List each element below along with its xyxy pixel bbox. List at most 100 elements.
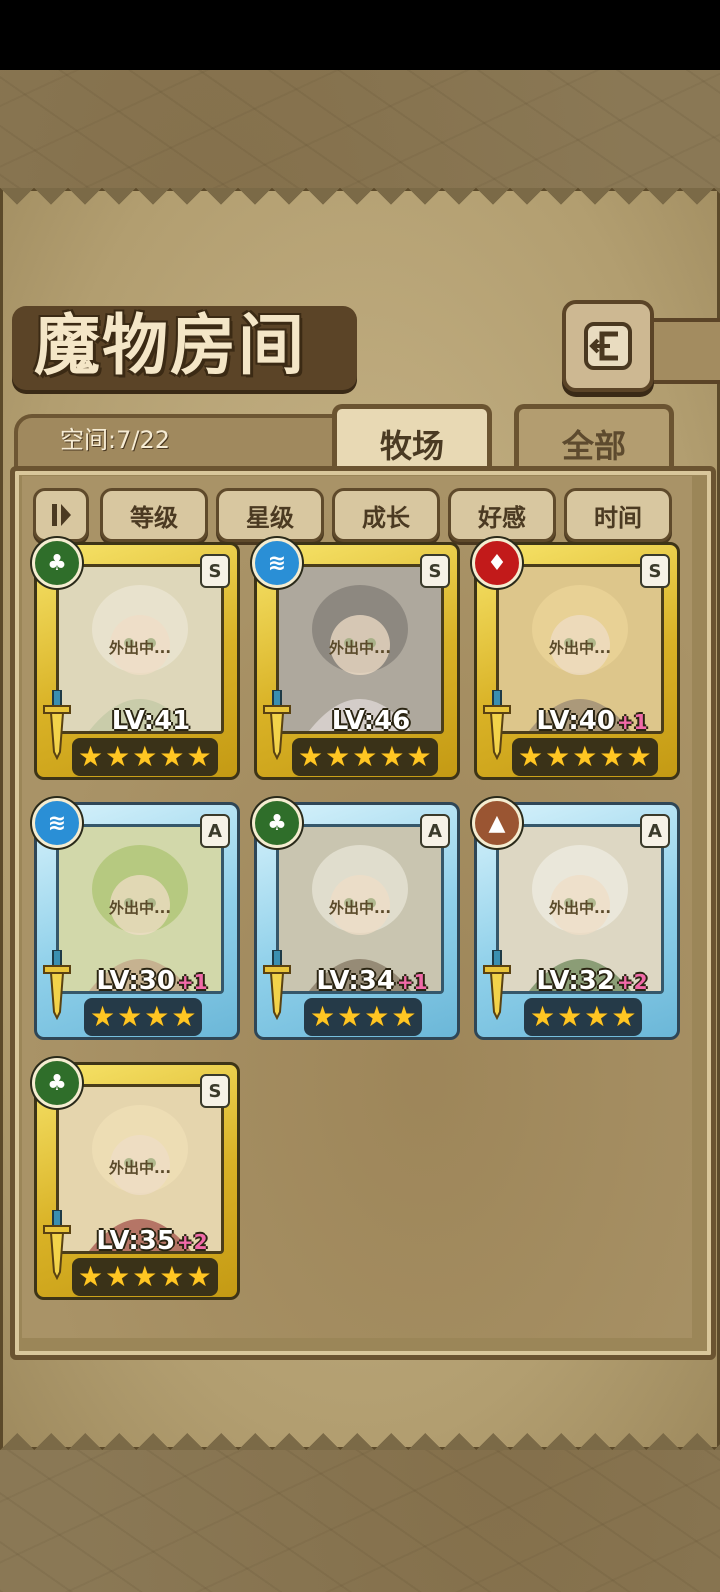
star-icon: ★ xyxy=(78,740,104,773)
sword-icon xyxy=(483,690,511,760)
star-icon: ★ xyxy=(391,1000,417,1033)
sword-icon xyxy=(43,950,71,1020)
star-icon: ★ xyxy=(325,740,351,773)
star-icon: ★ xyxy=(132,1260,158,1293)
back-button[interactable] xyxy=(562,300,654,392)
torn-edge-bottom xyxy=(0,1416,720,1450)
star-rating: ★ ★ ★ ★ xyxy=(524,998,643,1036)
star-icon: ★ xyxy=(144,1000,170,1033)
sort-star-button[interactable]: 星级 xyxy=(216,488,324,542)
star-icon: ★ xyxy=(599,740,625,773)
rank-badge: A xyxy=(420,814,450,848)
away-status: 外出中... xyxy=(108,1159,172,1177)
star-icon: ★ xyxy=(557,1000,583,1033)
page-title: 魔物房间 xyxy=(34,306,306,384)
level-label: LV:41 xyxy=(74,706,230,736)
monster-card-6[interactable]: 外出中... ▲ A LV:32 +2 ★ ★ ★ ★ xyxy=(472,798,680,1042)
level-label: LV:34 +1 xyxy=(294,966,450,996)
level-value: LV:46 xyxy=(331,706,411,736)
away-status: 外出中... xyxy=(548,639,612,657)
away-status: 外出中... xyxy=(548,899,612,917)
sort-level-button[interactable]: 等级 xyxy=(100,488,208,542)
sort-affection-button[interactable]: 好感 xyxy=(448,488,556,542)
star-icon: ★ xyxy=(90,1000,116,1033)
star-icon: ★ xyxy=(611,1000,637,1033)
star-icon: ★ xyxy=(584,1000,610,1033)
level-label: LV:30 +1 xyxy=(74,966,230,996)
rank-badge: S xyxy=(420,554,450,588)
rank-badge: S xyxy=(200,1074,230,1108)
star-rating: ★ ★ ★ ★ xyxy=(84,998,203,1036)
star-icon: ★ xyxy=(379,740,405,773)
grass-element-icon: ♣ xyxy=(32,1058,82,1108)
star-rating: ★ ★ ★ ★ ★ xyxy=(292,738,438,776)
fire-element-icon: ♦ xyxy=(472,538,522,588)
rank-badge: S xyxy=(640,554,670,588)
monster-card-4[interactable]: 外出中... ≋ A LV:30 +1 ★ ★ ★ ★ xyxy=(32,798,240,1042)
rank-badge: S xyxy=(200,554,230,588)
star-icon: ★ xyxy=(105,740,131,773)
level-plus: +2 xyxy=(616,970,648,994)
level-value: LV:30 xyxy=(96,966,175,996)
star-icon: ★ xyxy=(572,740,598,773)
monster-card-2[interactable]: 外出中... ≋ S LV:46 ★ ★ ★ ★ ★ xyxy=(252,538,460,782)
sort-toggle-icon xyxy=(52,504,71,526)
level-plus: +1 xyxy=(396,970,428,994)
torn-edge-top xyxy=(0,188,720,222)
sword-icon xyxy=(263,950,291,1020)
monster-card-1[interactable]: 外出中... ♣ S LV:41 ★ ★ ★ ★ ★ xyxy=(32,538,240,782)
star-icon: ★ xyxy=(117,1000,143,1033)
sort-time-button[interactable]: 时间 xyxy=(564,488,672,542)
level-value: LV:35 xyxy=(96,1226,175,1256)
star-icon: ★ xyxy=(171,1000,197,1033)
sword-icon xyxy=(483,950,511,1020)
monster-card-3[interactable]: 外出中... ♦ S LV:40 +1 ★ ★ ★ ★ ★ xyxy=(472,538,680,782)
sword-icon xyxy=(43,690,71,760)
sort-order-toggle[interactable] xyxy=(33,488,89,542)
star-icon: ★ xyxy=(186,1260,212,1293)
star-rating: ★ ★ ★ ★ ★ xyxy=(72,1258,218,1296)
monster-card-7[interactable]: 外出中... ♣ S LV:35 +2 ★ ★ ★ ★ ★ xyxy=(32,1058,240,1302)
star-icon: ★ xyxy=(518,740,544,773)
away-status: 外出中... xyxy=(108,899,172,917)
level-plus: +2 xyxy=(176,1230,208,1254)
level-value: LV:34 xyxy=(316,966,395,996)
away-status: 外出中... xyxy=(328,899,392,917)
level-value: LV:40 xyxy=(536,706,615,736)
star-icon: ★ xyxy=(132,740,158,773)
star-icon: ★ xyxy=(159,1260,185,1293)
star-icon: ★ xyxy=(364,1000,390,1033)
sort-growth-button[interactable]: 成长 xyxy=(332,488,440,542)
star-rating: ★ ★ ★ ★ xyxy=(304,998,423,1036)
star-icon: ★ xyxy=(78,1260,104,1293)
star-icon: ★ xyxy=(626,740,652,773)
star-icon: ★ xyxy=(406,740,432,773)
star-icon: ★ xyxy=(186,740,212,773)
level-plus: +1 xyxy=(176,970,208,994)
star-icon: ★ xyxy=(105,1260,131,1293)
level-value: LV:41 xyxy=(111,706,191,736)
grass-element-icon: ♣ xyxy=(252,798,302,848)
monster-card-5[interactable]: 外出中... ♣ A LV:34 +1 ★ ★ ★ ★ xyxy=(252,798,460,1042)
star-icon: ★ xyxy=(159,740,185,773)
rank-badge: A xyxy=(200,814,230,848)
level-label: LV:35 +2 xyxy=(74,1226,230,1256)
star-icon: ★ xyxy=(310,1000,336,1033)
star-rating: ★ ★ ★ ★ ★ xyxy=(512,738,658,776)
star-icon: ★ xyxy=(352,740,378,773)
space-counter: 空间:7/22 xyxy=(60,426,170,454)
level-label: LV:32 +2 xyxy=(514,966,670,996)
water-element-icon: ≋ xyxy=(32,798,82,848)
earth-element-icon: ▲ xyxy=(472,798,522,848)
star-icon: ★ xyxy=(545,740,571,773)
level-value: LV:32 xyxy=(536,966,615,996)
rank-badge: A xyxy=(640,814,670,848)
grass-element-icon: ♣ xyxy=(32,538,82,588)
star-rating: ★ ★ ★ ★ ★ xyxy=(72,738,218,776)
sword-icon xyxy=(263,690,291,760)
water-element-icon: ≋ xyxy=(252,538,302,588)
star-icon: ★ xyxy=(298,740,324,773)
star-icon: ★ xyxy=(530,1000,556,1033)
sword-icon xyxy=(43,1210,71,1280)
level-label: LV:40 +1 xyxy=(514,706,670,736)
